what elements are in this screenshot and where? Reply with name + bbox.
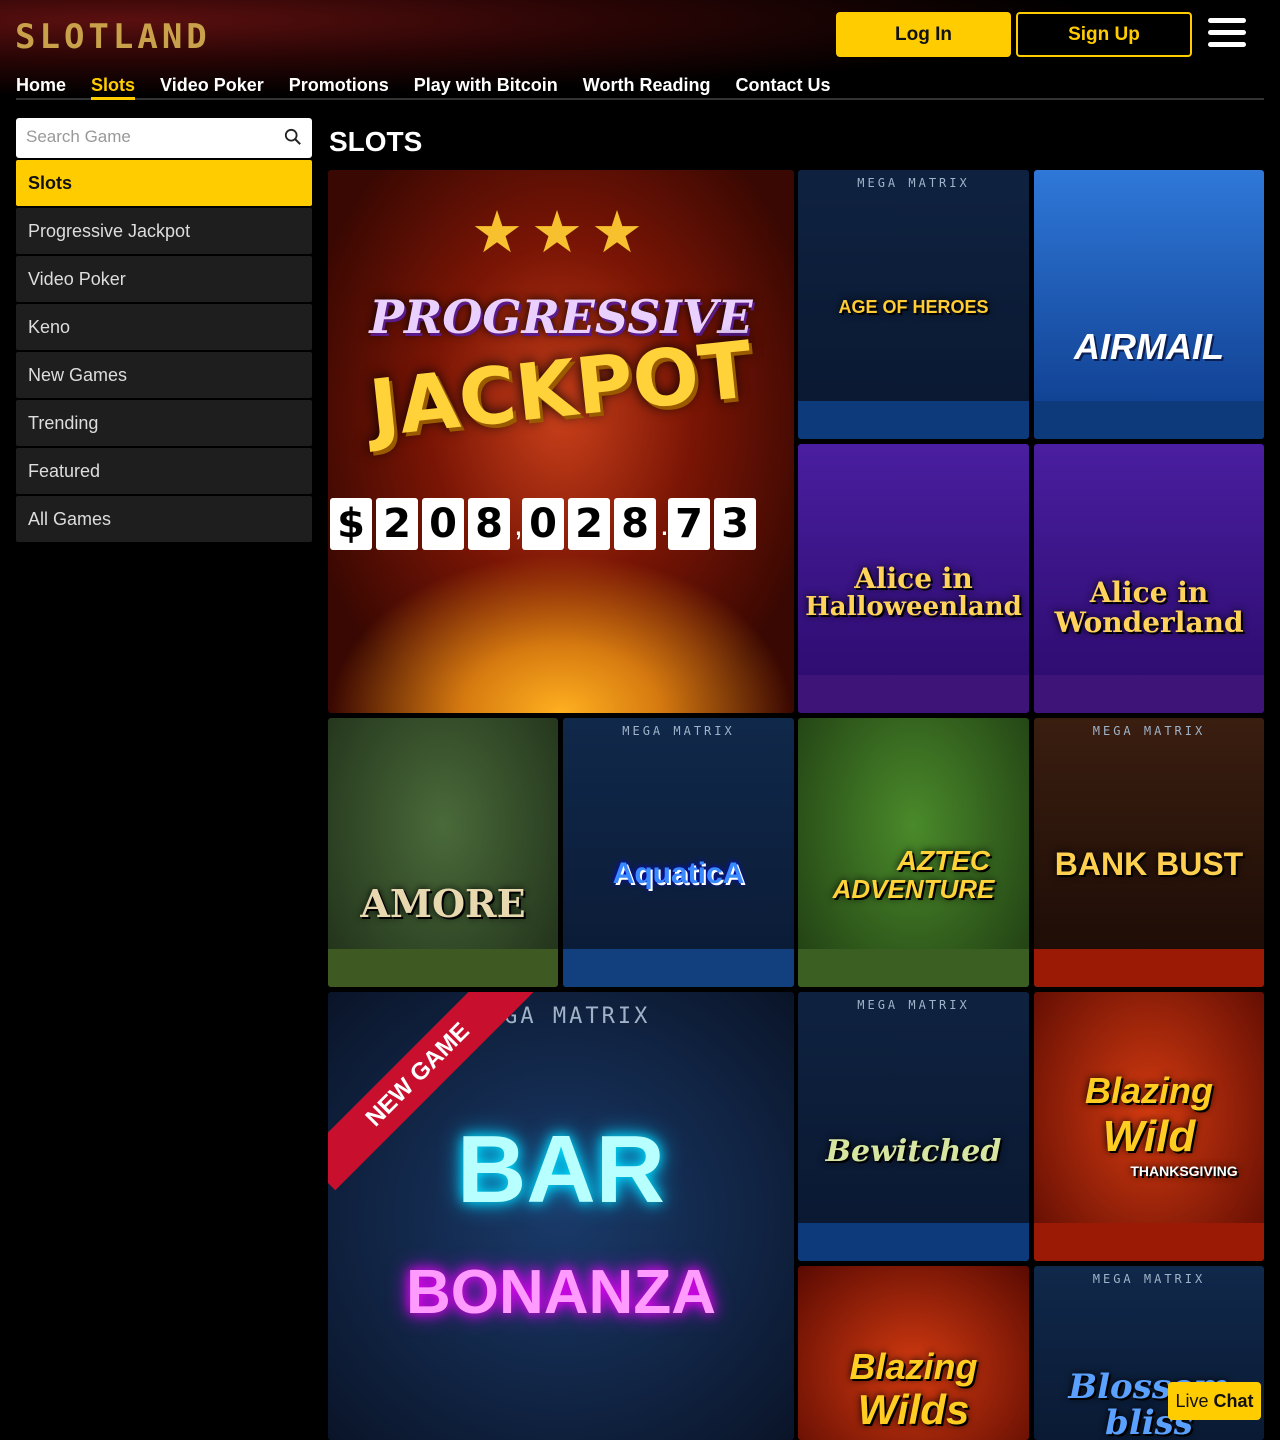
- category-video-poker[interactable]: Video Poker: [16, 256, 312, 302]
- live-chat-button[interactable]: Live Chat: [1168, 1382, 1261, 1420]
- nav-play-with-bitcoin[interactable]: Play with Bitcoin: [414, 72, 558, 100]
- game-title: AIRMAIL: [1074, 326, 1224, 367]
- game-title-line2: Halloweenland: [805, 592, 1022, 622]
- page-title: SLOTS: [329, 126, 423, 157]
- search-box: [16, 118, 312, 158]
- menu-icon[interactable]: [1208, 18, 1248, 50]
- category-all-games[interactable]: All Games: [16, 496, 312, 542]
- game-title: AquaticA: [612, 857, 745, 890]
- category-list: Slots Progressive Jackpot Video Poker Ke…: [16, 160, 312, 544]
- category-slots[interactable]: Slots: [16, 160, 312, 206]
- mega-matrix-badge: MEGA MATRIX: [1092, 724, 1206, 738]
- jackpot-digit: 8: [614, 498, 656, 550]
- nav-video-poker[interactable]: Video Poker: [160, 72, 264, 100]
- jackpot-digit: 2: [376, 498, 418, 550]
- game-title-line2: Wilds: [857, 1386, 970, 1433]
- category-featured[interactable]: Featured: [16, 448, 312, 494]
- game-tile-aquatica[interactable]: MEGA MATRIX AquaticA: [563, 718, 794, 987]
- game-tile-alice-in-wonderland[interactable]: Alice in Wonderland: [1034, 444, 1264, 713]
- game-title-line1: AZTEC: [896, 845, 991, 876]
- tile-bar: [1034, 401, 1264, 439]
- login-button[interactable]: Log In: [836, 12, 1011, 57]
- tile-bar: [798, 949, 1029, 987]
- game-title: BANK BUST: [1054, 846, 1244, 882]
- live-chat-label-2: Chat: [1213, 1390, 1254, 1411]
- nav-worth-reading[interactable]: Worth Reading: [583, 72, 711, 100]
- nav-home[interactable]: Home: [16, 72, 66, 100]
- game-title: Bewitched: [825, 1134, 1002, 1169]
- search-icon[interactable]: [284, 128, 302, 146]
- tile-bar: [1034, 675, 1264, 713]
- nav-contact-us[interactable]: Contact Us: [735, 72, 830, 100]
- jackpot-digit: 0: [422, 498, 464, 550]
- jackpot-digit: $: [330, 498, 372, 550]
- tile-bar: [328, 949, 558, 987]
- gold-coins-image: [328, 553, 794, 713]
- game-title-line2: Wonderland: [1054, 606, 1244, 639]
- mega-matrix-badge: MEGA MATRIX: [1092, 1272, 1206, 1286]
- progressive-jackpot-tile[interactable]: ★★★ PROGRESSIVE JACKPOT $ 2 0 8 , 0 2 8 …: [328, 170, 794, 713]
- mega-matrix-badge: MEGA MATRIX: [857, 998, 970, 1012]
- game-tile-bewitched[interactable]: MEGA MATRIX Bewitched: [798, 992, 1029, 1261]
- tile-bar: [1034, 1223, 1264, 1261]
- game-tile-alice-in-halloweenland[interactable]: Alice in Halloweenland: [798, 444, 1029, 713]
- tile-bar: [563, 949, 794, 987]
- category-trending[interactable]: Trending: [16, 400, 312, 446]
- game-title-line1: Alice in: [854, 562, 973, 595]
- category-keno[interactable]: Keno: [16, 304, 312, 350]
- game-title: AGE OF HEROES: [838, 297, 989, 317]
- jackpot-digit: 3: [714, 498, 756, 550]
- jackpot-digit: 0: [522, 498, 564, 550]
- mega-matrix-badge: MEGA MATRIX: [622, 724, 735, 738]
- signup-button[interactable]: Sign Up: [1016, 12, 1192, 57]
- game-tile-bank-bust[interactable]: MEGA MATRIX BANK BUST: [1034, 718, 1264, 987]
- game-subtitle: THANKSGIVING: [1130, 1163, 1238, 1179]
- site-header: SLOTLAND Log In Sign Up Home Slots Video…: [0, 0, 1280, 110]
- jackpot-counter: $ 2 0 8 , 0 2 8 . 7 3: [330, 498, 792, 550]
- game-title: AMORE: [360, 881, 526, 926]
- jackpot-separator: ,: [514, 505, 523, 542]
- mega-matrix-badge: MEGA MATRIX: [857, 176, 970, 190]
- logo-text: SLOTLAND: [15, 17, 211, 57]
- jackpot-digit: 2: [568, 498, 610, 550]
- game-tile-age-of-heroes[interactable]: MEGA MATRIX AGE OF HEROES: [798, 170, 1029, 439]
- game-tile-blazing-wild-thanksgiving[interactable]: Blazing Wild THANKSGIVING: [1034, 992, 1264, 1261]
- mega-matrix-badge: MEGA MATRIX: [471, 1004, 651, 1029]
- game-tile-aztec-adventure[interactable]: AZTEC ADVENTURE: [798, 718, 1029, 987]
- game-title-line2: Wild: [1102, 1112, 1196, 1161]
- game-title-line2: BONANZA: [406, 1258, 716, 1327]
- game-tile-amore[interactable]: AMORE: [328, 718, 558, 987]
- stars-icon: ★★★: [471, 200, 651, 265]
- game-title-line1: Blazing: [849, 1346, 978, 1387]
- tile-bar: [798, 675, 1029, 713]
- category-new-games[interactable]: New Games: [16, 352, 312, 398]
- game-tile-airmail[interactable]: AIRMAIL: [1034, 170, 1264, 439]
- jackpot-digit: 7: [668, 498, 710, 550]
- game-tile-blazing-wilds[interactable]: Blazing Wilds: [798, 1266, 1029, 1440]
- jackpot-separator: .: [660, 505, 669, 542]
- search-input[interactable]: [16, 118, 266, 156]
- category-progressive-jackpot[interactable]: Progressive Jackpot: [16, 208, 312, 254]
- tile-bar: [798, 1223, 1029, 1261]
- game-title-line1: BAR: [457, 1116, 665, 1223]
- tile-bar: [1034, 949, 1264, 987]
- nav-slots[interactable]: Slots: [91, 72, 136, 100]
- nav-promotions[interactable]: Promotions: [289, 72, 389, 100]
- game-title-line2: ADVENTURE: [832, 874, 995, 904]
- tile-bar: [798, 401, 1029, 439]
- live-chat-label-1: Live: [1175, 1390, 1209, 1411]
- main-nav: Home Slots Video Poker Promotions Play w…: [16, 72, 1264, 100]
- game-title-line1: Alice in: [1089, 576, 1209, 609]
- game-title-line1: Blazing: [1084, 1070, 1213, 1111]
- game-tile-bar-bonanza[interactable]: MEGA MATRIX NEW GAME BAR BONANZA: [328, 992, 794, 1440]
- slotland-logo[interactable]: SLOTLAND: [15, 17, 211, 57]
- jackpot-digit: 8: [468, 498, 510, 550]
